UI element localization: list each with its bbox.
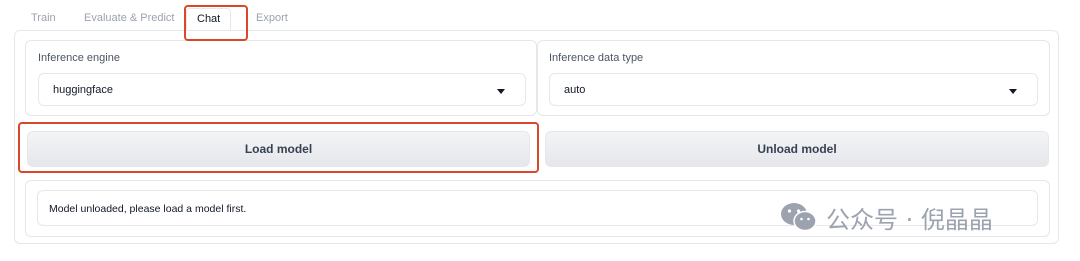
tab-export[interactable]: Export bbox=[256, 10, 288, 26]
tab-bar: Train Evaluate & Predict Chat Export bbox=[0, 0, 1080, 36]
inference-engine-value: huggingface bbox=[53, 84, 113, 96]
status-text: Model unloaded, please load a model firs… bbox=[49, 203, 247, 215]
wechat-icon bbox=[781, 203, 817, 232]
inference-engine-group: Inference engine huggingface bbox=[25, 40, 537, 116]
inference-dtype-label: Inference data type bbox=[549, 52, 644, 64]
inference-engine-label: Inference engine bbox=[38, 52, 120, 64]
watermark: 公众号 · 倪晶晶 bbox=[780, 197, 993, 237]
watermark-text: 公众号 · 倪晶晶 bbox=[826, 205, 993, 234]
load-model-button[interactable]: Load model bbox=[27, 131, 530, 167]
inference-engine-select[interactable]: huggingface bbox=[38, 73, 526, 106]
unload-model-button[interactable]: Unload model bbox=[545, 131, 1049, 167]
inference-dtype-select[interactable]: auto bbox=[549, 73, 1038, 106]
tab-train[interactable]: Train bbox=[31, 10, 56, 26]
inference-dtype-value: auto bbox=[564, 84, 586, 96]
inference-dtype-group: Inference data type auto bbox=[537, 40, 1050, 116]
chevron-down-icon bbox=[1009, 89, 1017, 94]
tab-evaluate-predict[interactable]: Evaluate & Predict bbox=[84, 10, 175, 26]
chevron-down-icon bbox=[497, 89, 505, 94]
